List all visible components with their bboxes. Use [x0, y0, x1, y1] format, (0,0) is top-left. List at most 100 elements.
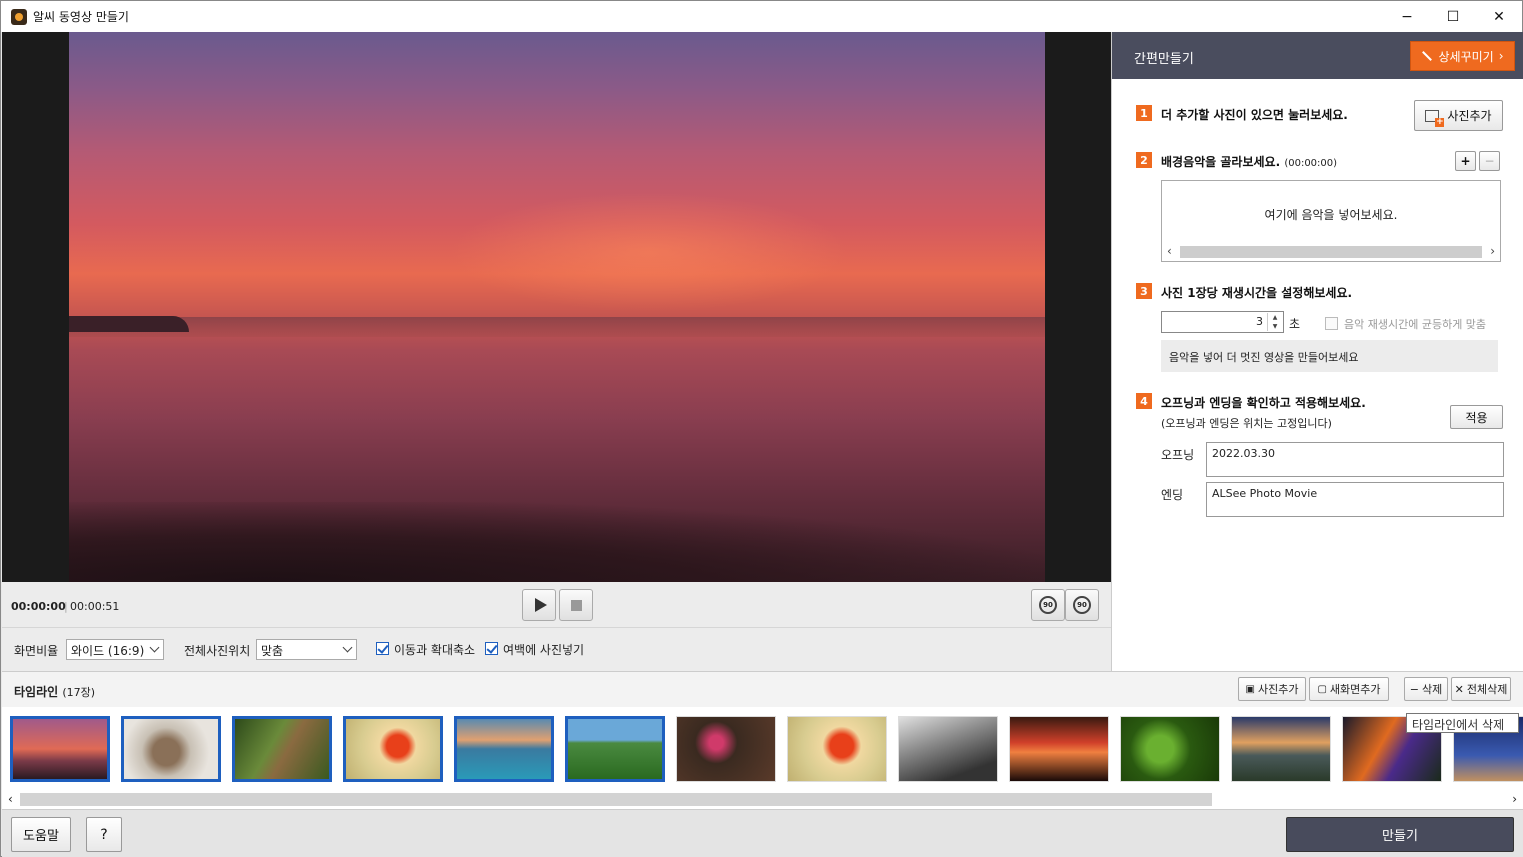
maximize-button[interactable]: ☐	[1430, 1, 1476, 32]
add-music-button[interactable]: +	[1455, 151, 1476, 171]
add-photo-button[interactable]: 사진추가	[1414, 100, 1503, 131]
player-controls: 00:00:00 | 00:00:51 90 90	[2, 582, 1111, 628]
rotate-right-icon: 90	[1073, 596, 1091, 614]
add-screen-icon: ▢	[1317, 683, 1327, 695]
timeline-title: 타임라인 (17장)	[14, 683, 95, 700]
position-value: 맞춤	[261, 644, 284, 658]
motion-checkbox[interactable]	[376, 642, 389, 655]
step-1-text: 더 추가할 사진이 있으면 눌러보세요.	[1161, 108, 1348, 122]
scroll-left-icon[interactable]: ‹	[8, 792, 13, 806]
remove-music-button[interactable]: −	[1479, 151, 1500, 171]
easy-make-panel: 간편만들기 상세꾸미기 › 1 더 추가할 사진이 있으면 눌러보세요. 사진추…	[1111, 32, 1523, 671]
duration-stepper[interactable]: ▲ ▼	[1267, 313, 1282, 331]
apply-button[interactable]: 적용	[1450, 405, 1503, 429]
preview-photo	[69, 32, 1045, 582]
timeline-thumbnail[interactable]	[10, 716, 110, 782]
timeline-thumbnail[interactable]	[787, 716, 887, 782]
stop-button[interactable]	[559, 589, 593, 621]
add-photo-icon	[1425, 109, 1445, 127]
time-separator: |	[64, 600, 68, 613]
timeline-scroll-thumb[interactable]	[20, 793, 1212, 806]
duration-unit: 초	[1289, 317, 1301, 331]
panel-header: 간편만들기 상세꾸미기 ›	[1112, 32, 1523, 79]
help-button[interactable]: 도움말	[11, 817, 71, 852]
scroll-left-icon[interactable]: ‹	[1167, 244, 1172, 258]
sync-music-checkbox[interactable]	[1325, 317, 1338, 330]
position-label: 전체사진위치	[184, 644, 251, 658]
timeline-label: 타임라인	[14, 685, 59, 699]
timeline-add-photo-button[interactable]: ▣ 사진추가	[1238, 677, 1306, 701]
minus-icon: −	[1409, 682, 1419, 696]
chevron-right-icon: ›	[1498, 49, 1504, 63]
app-icon	[11, 8, 27, 25]
duration-input[interactable]: 3 ▲ ▼	[1161, 311, 1284, 333]
timeline-thumbnail[interactable]	[1009, 716, 1109, 782]
duration-value: 3	[1256, 315, 1263, 328]
timeline-thumbnail[interactable]	[898, 716, 998, 782]
step-4-badge: 4	[1136, 393, 1152, 409]
chevron-down-icon	[342, 642, 353, 653]
timeline-scrollbar[interactable]: ‹ ›	[2, 791, 1523, 809]
close-button[interactable]: ✕	[1476, 1, 1522, 32]
ending-field[interactable]: ALSee Photo Movie	[1206, 482, 1504, 517]
ending-label: 엔딩	[1161, 488, 1184, 502]
scroll-right-icon[interactable]: ›	[1512, 792, 1517, 806]
music-scrollbar[interactable]: ‹ ›	[1163, 243, 1499, 260]
rotate-left-button[interactable]: 90	[1031, 589, 1065, 621]
music-scroll-thumb[interactable]	[1180, 246, 1482, 258]
spin-down-icon[interactable]: ▼	[1268, 322, 1282, 331]
add-photo-icon: ▣	[1245, 683, 1255, 695]
title-bar: 알씨 동영상 만들기 − ☐ ✕	[1, 1, 1522, 32]
step-2-label: 배경음악을 골라보세요.	[1161, 155, 1281, 169]
bottom-bar: 도움말 ? 만들기	[2, 809, 1523, 857]
delete-tooltip: 타임라인에서 삭제	[1406, 713, 1519, 733]
question-button[interactable]: ?	[86, 817, 122, 852]
delete-button[interactable]: − 삭제	[1404, 677, 1448, 701]
play-icon	[534, 598, 547, 612]
timeline-thumbnail[interactable]	[565, 716, 665, 782]
spin-up-icon[interactable]: ▲	[1268, 313, 1282, 322]
stop-icon	[570, 599, 582, 611]
opening-field[interactable]: 2022.03.30	[1206, 442, 1504, 477]
make-video-button[interactable]: 만들기	[1286, 817, 1514, 852]
timeline-add-photo-label: 사진추가	[1257, 683, 1299, 696]
step-4-note: (오프닝과 엔딩은 위치는 고정입니다)	[1161, 417, 1332, 430]
step-3-text: 사진 1장당 재생시간을 설정해보세요.	[1161, 286, 1353, 300]
add-new-screen-label: 새화면추가	[1329, 683, 1381, 696]
timeline-header: 타임라인 (17장) ▣ 사진추가 ▢ 새화면추가 − 삭제 ✕ 전체삭제	[2, 671, 1523, 707]
timeline-thumbnail[interactable]	[121, 716, 221, 782]
magic-wand-icon	[1421, 50, 1433, 62]
add-new-screen-button[interactable]: ▢ 새화면추가	[1309, 677, 1389, 701]
delete-label: 삭제	[1421, 683, 1443, 696]
delete-all-label: 전체삭제	[1466, 683, 1508, 696]
timeline-count: (17장)	[62, 686, 96, 699]
detail-decorate-label: 상세꾸미기	[1438, 49, 1494, 64]
panel-title: 간편만들기	[1134, 52, 1194, 67]
timeline-thumbnail[interactable]	[454, 716, 554, 782]
motion-label: 이동과 확대축소	[394, 643, 476, 657]
chevron-down-icon	[149, 642, 160, 653]
timeline-thumbnail[interactable]	[676, 716, 776, 782]
minimize-button[interactable]: −	[1384, 1, 1430, 32]
add-photo-label: 사진추가	[1447, 109, 1492, 123]
timeline-thumbnail[interactable]	[343, 716, 443, 782]
position-select[interactable]: 맞춤	[256, 639, 357, 660]
play-button[interactable]	[522, 589, 556, 621]
aspect-label: 화면비율	[14, 644, 59, 658]
timeline-thumbnail[interactable]	[1120, 716, 1220, 782]
timeline-thumbnail[interactable]	[1231, 716, 1331, 782]
scroll-right-icon[interactable]: ›	[1490, 244, 1495, 258]
aspect-select[interactable]: 와이드 (16:9)	[66, 639, 164, 660]
fill-checkbox[interactable]	[485, 642, 498, 655]
close-icon: ✕	[1454, 682, 1464, 696]
rotate-right-button[interactable]: 90	[1065, 589, 1099, 621]
detail-decorate-button[interactable]: 상세꾸미기 ›	[1410, 41, 1515, 71]
step-2-badge: 2	[1136, 152, 1152, 168]
options-bar: 화면비율 와이드 (16:9) 전체사진위치 맞춤 이동과 확대축소 여백에 사…	[2, 628, 1111, 671]
total-time: 00:00:51	[70, 600, 120, 613]
delete-all-button[interactable]: ✕ 전체삭제	[1451, 677, 1511, 701]
music-list[interactable]: 여기에 음악을 넣어보세요. ‹ ›	[1161, 180, 1501, 262]
window-title: 알씨 동영상 만들기	[33, 10, 129, 24]
sync-music-label: 음악 재생시간에 균등하게 맞춤	[1344, 318, 1487, 331]
timeline-thumbnail[interactable]	[232, 716, 332, 782]
